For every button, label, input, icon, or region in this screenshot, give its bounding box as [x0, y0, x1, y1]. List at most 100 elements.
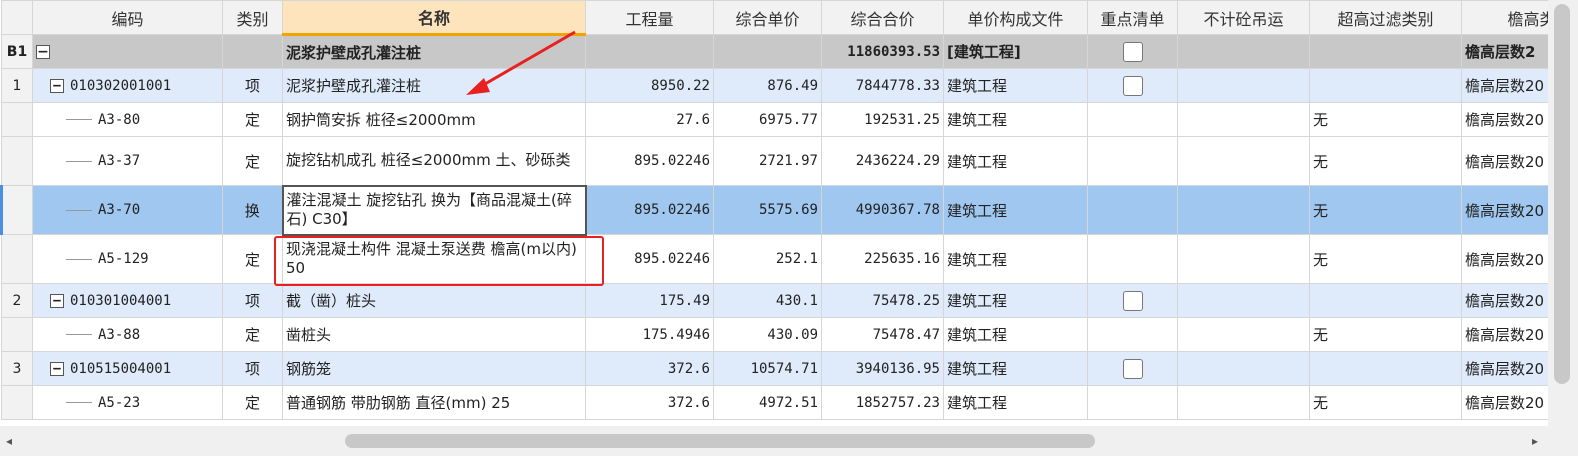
eaves-cell[interactable]: 檐高层数20 [1461, 136, 1548, 186]
key-list-cell[interactable] [1087, 102, 1178, 137]
total-cell[interactable]: 192531.25 [821, 102, 944, 137]
name-cell-editing[interactable]: 灌注混凝土 旋挖钻孔 换为【商品混凝土(碎石) C30】 [281, 184, 587, 236]
key-list-cell[interactable] [1087, 185, 1178, 235]
table-row-item[interactable]: 3 −010515004001 项 钢筋笼 372.6 10574.71 394… [1, 351, 1548, 386]
type-cell[interactable]: 换 [222, 185, 283, 235]
total-cell[interactable]: 225635.16 [821, 234, 944, 284]
file-cell[interactable]: 建筑工程 [943, 185, 1088, 235]
unit-price-cell[interactable]: 876.49 [713, 68, 822, 103]
eaves-cell[interactable]: 檐高层数20 [1461, 185, 1548, 235]
key-list-cell[interactable] [1087, 283, 1178, 318]
vertical-scroll-thumb[interactable] [1554, 4, 1570, 384]
key-list-checkbox[interactable] [1122, 290, 1143, 311]
type-cell[interactable]: 定 [222, 385, 283, 420]
unit-price-cell[interactable] [713, 34, 822, 69]
minus-toggle-icon[interactable]: − [50, 78, 64, 93]
no-pour-cell[interactable] [1177, 102, 1310, 137]
table-row-selected[interactable]: A3-70 换 灌注混凝土 旋挖钻孔 换为【商品混凝土(碎石) C30】 895… [0, 184, 1548, 236]
key-list-cell[interactable] [1087, 317, 1178, 352]
no-pour-cell[interactable] [1177, 136, 1310, 186]
name-cell[interactable]: 泥浆护壁成孔灌注桩 [282, 34, 586, 69]
filter-cell[interactable]: 无 [1309, 102, 1462, 137]
minus-toggle-icon[interactable]: − [50, 293, 64, 308]
table-row-sub[interactable]: A5-23 定 普通钢筋 带肋钢筋 直径(mm) 25 372.6 4972.5… [1, 385, 1548, 420]
key-list-cell[interactable] [1087, 385, 1178, 420]
code-cell[interactable]: A5-129 [32, 234, 223, 284]
vertical-scrollbar[interactable] [1548, 0, 1578, 426]
filter-cell[interactable]: 无 [1309, 317, 1462, 352]
total-cell[interactable]: 2436224.29 [821, 136, 944, 186]
col-header-key-list[interactable]: 重点清单 [1087, 0, 1178, 35]
type-cell[interactable]: 项 [222, 351, 283, 386]
qty-cell[interactable]: 895.02246 [585, 185, 714, 235]
col-header-file[interactable]: 单价构成文件 [943, 0, 1088, 35]
no-pour-cell[interactable] [1177, 234, 1310, 284]
unit-price-cell[interactable]: 10574.71 [713, 351, 822, 386]
filter-cell[interactable]: 无 [1309, 136, 1462, 186]
row-header[interactable] [1, 317, 33, 352]
key-list-checkbox[interactable] [1122, 358, 1143, 379]
horizontal-scroll-thumb[interactable] [345, 434, 1095, 448]
eaves-cell[interactable]: 檐高层数20 [1461, 234, 1548, 284]
col-header-eaves[interactable]: 檐高类 [1461, 0, 1548, 35]
filter-cell[interactable]: 无 [1309, 234, 1462, 284]
col-header-rowhead[interactable] [1, 0, 33, 35]
code-cell[interactable]: A3-88 [32, 317, 223, 352]
type-cell[interactable]: 定 [222, 234, 283, 284]
table-row-sub[interactable]: A5-129 定 现浇混凝土构件 混凝土泵送费 檐高(m以内) 50 895.0… [1, 234, 1548, 284]
scroll-right-icon[interactable]: ▸ [1532, 434, 1538, 448]
minus-toggle-icon[interactable]: − [50, 361, 64, 376]
key-list-cell[interactable] [1087, 234, 1178, 284]
no-pour-cell[interactable] [1177, 351, 1310, 386]
unit-price-cell[interactable]: 2721.97 [713, 136, 822, 186]
total-cell[interactable]: 3940136.95 [821, 351, 944, 386]
code-cell[interactable]: A3-80 [32, 102, 223, 137]
eaves-cell[interactable]: 檐高层数20 [1461, 317, 1548, 352]
code-cell[interactable]: A5-23 [32, 385, 223, 420]
unit-price-cell[interactable]: 430.09 [713, 317, 822, 352]
table-row-sub[interactable]: A3-80 定 钢护筒安拆 桩径≤2000mm 27.6 6975.77 192… [1, 102, 1548, 137]
col-header-code[interactable]: 编码 [32, 0, 223, 35]
table-row-sub[interactable]: A3-88 定 凿桩头 175.4946 430.09 75478.47 建筑工… [1, 317, 1548, 352]
total-cell[interactable]: 4990367.78 [821, 185, 944, 235]
no-pour-cell[interactable] [1177, 185, 1310, 235]
qty-cell[interactable]: 895.02246 [585, 136, 714, 186]
code-cell[interactable]: −010515004001 [32, 351, 223, 386]
filter-cell[interactable] [1309, 68, 1462, 103]
total-cell[interactable]: 75478.47 [821, 317, 944, 352]
type-cell[interactable]: 项 [222, 68, 283, 103]
filter-cell[interactable] [1309, 34, 1462, 69]
row-header[interactable]: 1 [1, 68, 33, 103]
row-header[interactable] [1, 385, 33, 420]
eaves-cell[interactable]: 檐高层数20 [1461, 102, 1548, 137]
type-cell[interactable]: 定 [222, 136, 283, 186]
file-cell[interactable]: 建筑工程 [943, 283, 1088, 318]
filter-cell[interactable] [1309, 351, 1462, 386]
name-cell[interactable]: 普通钢筋 带肋钢筋 直径(mm) 25 [282, 385, 586, 420]
qty-cell[interactable]: 175.49 [585, 283, 714, 318]
unit-price-cell[interactable]: 6975.77 [713, 102, 822, 137]
col-header-filter[interactable]: 超高过滤类别 [1309, 0, 1462, 35]
file-cell[interactable]: 建筑工程 [943, 317, 1088, 352]
row-header[interactable] [1, 234, 33, 284]
key-list-checkbox[interactable] [1122, 41, 1143, 62]
no-pour-cell[interactable] [1177, 34, 1310, 69]
file-cell[interactable]: 建筑工程 [943, 385, 1088, 420]
col-header-no-pour[interactable]: 不计砼吊运 [1177, 0, 1310, 35]
row-header[interactable] [0, 185, 33, 235]
filter-cell[interactable] [1309, 283, 1462, 318]
file-cell[interactable]: 建筑工程 [943, 68, 1088, 103]
no-pour-cell[interactable] [1177, 385, 1310, 420]
code-cell[interactable]: A3-70 [32, 185, 223, 235]
type-cell[interactable] [222, 34, 283, 69]
code-cell[interactable]: − [32, 34, 223, 69]
unit-price-cell[interactable]: 4972.51 [713, 385, 822, 420]
row-header[interactable]: 2 [1, 283, 33, 318]
type-cell[interactable]: 定 [222, 317, 283, 352]
qty-cell[interactable]: 372.6 [585, 385, 714, 420]
no-pour-cell[interactable] [1177, 317, 1310, 352]
name-cell[interactable]: 旋挖钻机成孔 桩径≤2000mm 土、砂砾类 [282, 136, 586, 186]
code-cell[interactable]: −010301004001 [32, 283, 223, 318]
col-header-unit-price[interactable]: 综合单价 [713, 0, 822, 35]
file-cell[interactable]: 建筑工程 [943, 136, 1088, 186]
